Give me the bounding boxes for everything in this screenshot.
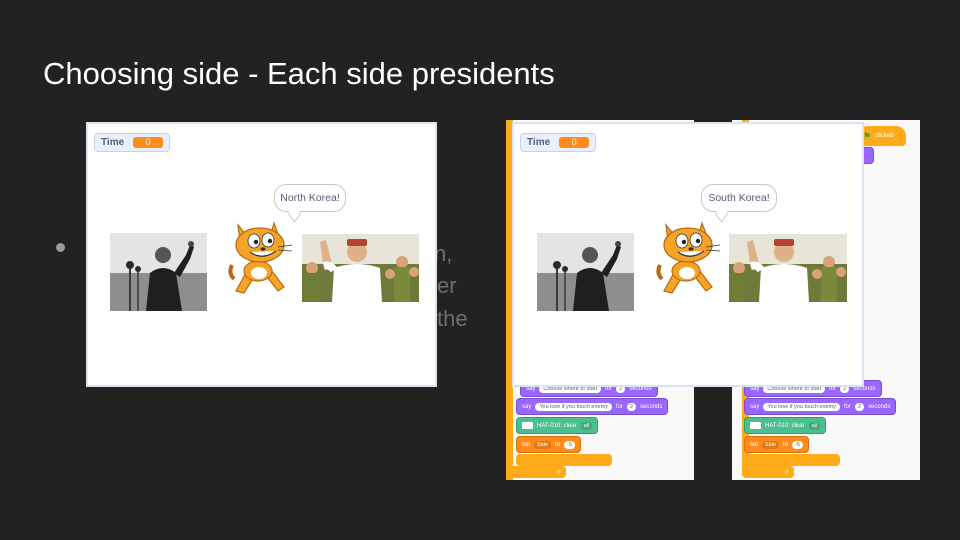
say-block[interactable]: say You lose if you touch enemy for 2 seco… xyxy=(744,398,897,415)
green-flag-icon: ⚑ xyxy=(863,130,872,141)
speech-text: North Korea! xyxy=(280,192,340,204)
control-block-end[interactable]: ↺ xyxy=(510,466,566,478)
control-block-bottom[interactable] xyxy=(744,454,840,466)
bullet-point xyxy=(56,243,65,252)
speech-bubble: North Korea! xyxy=(274,184,346,212)
say-block[interactable]: say You lose if you touch enemy for 2 seco… xyxy=(516,398,669,415)
president-photo-right[interactable] xyxy=(302,234,419,302)
when-flag-clicked-hat[interactable]: ⚑ clicked xyxy=(858,126,906,146)
variable-monitor-time: Time 0 xyxy=(94,133,171,152)
variable-name: Time xyxy=(101,137,125,148)
extension-icon xyxy=(750,422,761,429)
hat-clear-block[interactable]: HAT-010: clear all xyxy=(516,417,599,434)
president-photo-left[interactable] xyxy=(537,233,634,311)
obscured-text-line-3: the xyxy=(437,306,468,331)
president-photo-right[interactable] xyxy=(729,234,847,302)
variable-value: 0 xyxy=(133,137,164,148)
set-variable-block[interactable]: set Side to -5 xyxy=(516,436,581,453)
set-variable-block[interactable]: set Side to -5 xyxy=(744,436,809,453)
speech-bubble: South Korea! xyxy=(701,184,777,212)
obscured-text-line-2: er xyxy=(437,273,457,298)
control-block-bottom[interactable] xyxy=(516,454,612,466)
speech-text: South Korea! xyxy=(708,192,770,204)
slide-title: Choosing side - Each side presidents xyxy=(43,56,555,91)
stage-south-korea[interactable]: Time 0 South Korea! xyxy=(512,122,864,387)
scratch-cat-sprite[interactable] xyxy=(654,219,726,297)
variable-name: Time xyxy=(527,137,551,148)
variable-value: 0 xyxy=(559,137,590,148)
hat-clear-block[interactable]: HAT-010: clear all xyxy=(744,417,827,434)
extension-icon xyxy=(522,422,533,429)
control-block-end[interactable]: ↺ xyxy=(742,466,794,478)
scratch-cat-sprite[interactable] xyxy=(226,219,298,297)
stage-north-korea[interactable]: Time 0 North Korea! xyxy=(86,122,437,387)
president-photo-left[interactable] xyxy=(110,233,207,311)
variable-monitor-time: Time 0 xyxy=(520,133,597,152)
